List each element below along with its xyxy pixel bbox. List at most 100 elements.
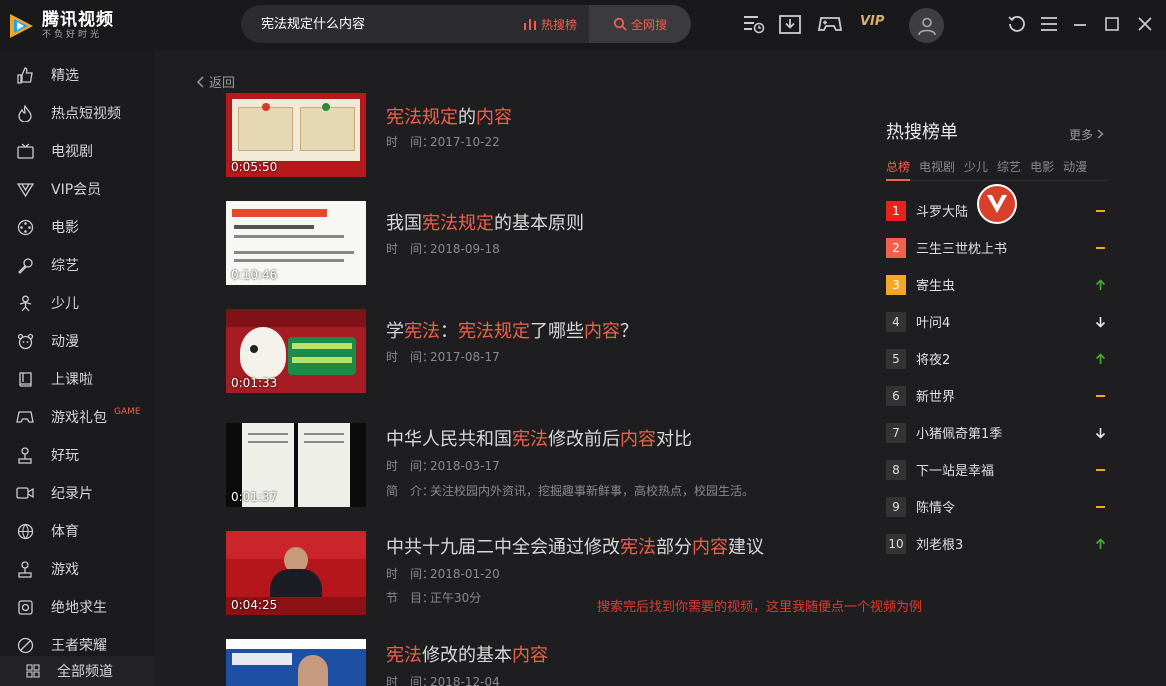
sidebar-item-vip[interactable]: VIP会员: [0, 170, 155, 208]
rank-item[interactable]: 5 将夜2: [886, 340, 1108, 377]
rank-number: 4: [886, 311, 906, 332]
rank-item[interactable]: 2 三生三世枕上书: [886, 229, 1108, 266]
title-text: 的基本原则: [494, 213, 584, 234]
result-meta: 时 间：2018-01-20: [386, 565, 500, 582]
rank-number: 8: [886, 459, 906, 480]
trend-up-icon: [1094, 352, 1106, 365]
tab-all[interactable]: 总榜: [886, 158, 910, 180]
rank-title: 叶问4: [916, 316, 951, 331]
tencent-video-app: 腾讯视频 不负好时光 热搜榜 全网搜: [0, 0, 1166, 686]
more-link[interactable]: 更多: [1069, 126, 1104, 143]
result-title[interactable]: 宪法规定的内容: [386, 103, 512, 129]
tab-tv[interactable]: 电视剧: [919, 158, 955, 180]
menu-icon[interactable]: [1037, 12, 1061, 36]
rank-item[interactable]: 9 陈情令: [886, 488, 1108, 525]
close-icon[interactable]: [1133, 12, 1157, 36]
result-item[interactable]: 0:01:37 中华人民共和国宪法修改前后内容对比 时 间：2018-03-17…: [226, 423, 866, 507]
result-item[interactable]: 0:01:33 学宪法：宪法规定了哪些内容？ 时 间：2017-08-17: [226, 309, 866, 393]
rank-item[interactable]: 3 寄生虫: [886, 266, 1108, 303]
result-item[interactable]: 0:05:50 宪法规定的内容 时 间：2017-10-22: [226, 93, 866, 177]
result-meta: 时 间：2018-03-17: [386, 457, 500, 474]
meta-value: 2017-10-22: [430, 135, 500, 149]
flame-icon: [16, 104, 34, 122]
sidebar-item-game-gift[interactable]: 游戏礼包 GAME: [0, 398, 155, 436]
maximize-icon[interactable]: [1100, 12, 1124, 36]
tab-movie[interactable]: 电影: [1030, 158, 1054, 180]
title-keyword: 宪法规定: [386, 107, 458, 128]
tab-kids[interactable]: 少儿: [964, 158, 988, 180]
sidebar-item-movie[interactable]: 电影: [0, 208, 155, 246]
video-duration: 0:05:50: [231, 160, 278, 174]
rank-item[interactable]: 4 叶问4: [886, 303, 1108, 340]
video-thumbnail[interactable]: 0:01:33: [226, 309, 366, 393]
result-title[interactable]: 学宪法：宪法规定了哪些内容？: [386, 317, 638, 343]
video-thumbnail[interactable]: 0:01:37: [226, 423, 366, 507]
sidebar-item-label: 游戏礼包: [51, 410, 107, 426]
result-title[interactable]: 中华人民共和国宪法修改前后内容对比: [386, 425, 692, 451]
v-logo-icon: [987, 195, 1007, 213]
logo-title: 腾讯视频: [42, 10, 114, 30]
video-thumbnail[interactable]: 0:05:50: [226, 93, 366, 177]
more-label: 更多: [1069, 128, 1094, 142]
title-keyword: 宪法规定: [458, 321, 530, 342]
rank-title: 将夜2: [916, 353, 951, 368]
sidebar-item-hot-short[interactable]: 热点短视频: [0, 94, 155, 132]
rank-title: 刘老根3: [916, 538, 964, 553]
minimize-icon[interactable]: [1068, 12, 1092, 36]
sidebar-item-tv[interactable]: 电视剧: [0, 132, 155, 170]
video-thumbnail[interactable]: [226, 639, 366, 686]
video-thumbnail[interactable]: 0:10:46: [226, 201, 366, 285]
ball-icon: [16, 522, 34, 540]
rank-title: 三生三世枕上书: [916, 242, 1008, 257]
rank-number: 6: [886, 385, 906, 406]
microphone-icon: [16, 256, 34, 274]
title-text: 学: [386, 321, 404, 342]
video-thumbnail[interactable]: 0:04:25: [226, 531, 366, 615]
rank-item[interactable]: 8 下一站是幸福: [886, 451, 1108, 488]
video-duration: 0:10:46: [231, 268, 278, 282]
title-text: 修改前后: [548, 429, 620, 450]
rank-item[interactable]: 6 新世界: [886, 377, 1108, 414]
sidebar-item-pubg[interactable]: 绝地求生: [0, 588, 155, 626]
sidebar-item-documentary[interactable]: 纪录片: [0, 474, 155, 512]
joystick-icon: [16, 560, 34, 578]
result-item[interactable]: 0:10:46 我国宪法规定的基本原则 时 间：2018-09-18: [226, 201, 866, 285]
sidebar-item-class[interactable]: 上课啦: [0, 360, 155, 398]
sidebar-item-fun[interactable]: 好玩: [0, 436, 155, 474]
meta-key: 时 间：: [386, 675, 435, 686]
camera-icon: [16, 484, 34, 502]
meta-key: 时 间：: [386, 135, 435, 149]
rank-number: 7: [886, 422, 906, 443]
sidebar-item-game[interactable]: 游戏: [0, 550, 155, 588]
sidebar-item-anime[interactable]: 动漫: [0, 322, 155, 360]
result-item[interactable]: 宪法修改的基本内容 时 间：2018-12-04: [226, 639, 866, 686]
title-keyword: 宪法: [512, 429, 548, 450]
logo[interactable]: 腾讯视频 不负好时光: [6, 8, 146, 44]
rank-item[interactable]: 7 小猪佩奇第1季: [886, 414, 1108, 451]
tab-variety[interactable]: 综艺: [997, 158, 1021, 180]
tab-anime[interactable]: 动漫: [1063, 158, 1087, 180]
trend-down-icon: [1094, 427, 1106, 439]
meta-key: 节 目：: [386, 591, 435, 605]
all-channels-button[interactable]: 全部频道: [0, 656, 155, 686]
refresh-icon[interactable]: [1005, 12, 1029, 36]
result-title[interactable]: 宪法修改的基本内容: [386, 641, 548, 667]
sidebar-item-featured[interactable]: 精选: [0, 56, 155, 94]
title-text: ：: [440, 321, 458, 342]
result-title[interactable]: 我国宪法规定的基本原则: [386, 209, 584, 235]
avatar[interactable]: [909, 8, 944, 43]
grid-icon: [24, 662, 42, 680]
rank-item[interactable]: 10 刘老根3: [886, 525, 1108, 562]
tv-icon: [16, 142, 34, 160]
user-icon: [917, 17, 936, 35]
result-title[interactable]: 中共十九届二中全会通过修改宪法部分内容建议: [386, 533, 764, 559]
trend-flat-icon: [1094, 242, 1106, 254]
rank-number: 10: [886, 533, 906, 554]
trend-flat-icon: [1094, 464, 1106, 476]
title-keyword: 内容: [692, 537, 728, 558]
all-channels-label: 全部频道: [57, 664, 113, 680]
tab-divider: [886, 180, 1108, 181]
sidebar-item-variety[interactable]: 综艺: [0, 246, 155, 284]
sidebar-item-sports[interactable]: 体育: [0, 512, 155, 550]
sidebar-item-kids[interactable]: 少儿: [0, 284, 155, 322]
